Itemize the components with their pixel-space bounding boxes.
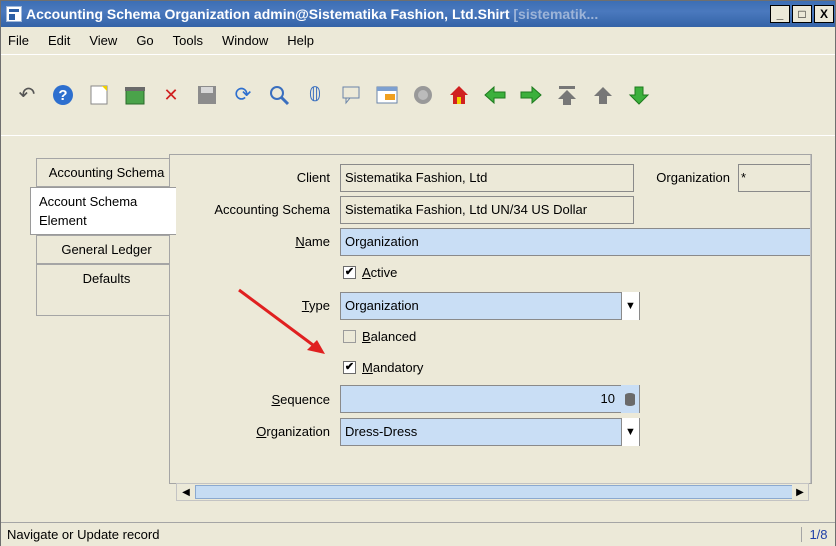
maximize-button[interactable]: □: [792, 5, 812, 23]
client-label: Client: [296, 170, 330, 185]
menu-view[interactable]: View: [82, 33, 129, 48]
next-record-icon[interactable]: [627, 83, 651, 107]
scroll-up-arrow[interactable]: ▲: [811, 157, 812, 173]
mandatory-checkbox[interactable]: ✔: [343, 361, 356, 374]
application-window: Accounting Schema Organization admin@Sis…: [0, 0, 836, 546]
menu-help[interactable]: Help: [280, 33, 326, 48]
active-checkbox[interactable]: ✔: [343, 266, 356, 279]
svg-text:?: ?: [58, 87, 67, 104]
find-icon[interactable]: [267, 83, 291, 107]
window-title: Accounting Schema Organization admin@Sis…: [26, 6, 599, 22]
organization-select[interactable]: Dress-Dress: [340, 418, 640, 446]
scroll-down-arrow[interactable]: ▼: [811, 467, 812, 483]
undo-icon[interactable]: ↶: [15, 83, 39, 107]
type-select[interactable]: Organization: [340, 292, 640, 320]
grid-toggle-icon[interactable]: [375, 83, 399, 107]
accounting-schema-field[interactable]: Sistematika Fashion, Ltd UN/34 US Dollar: [340, 196, 634, 224]
refresh-icon[interactable]: ⟳: [231, 83, 255, 107]
horizontal-scroll-thumb[interactable]: [195, 485, 795, 499]
save-icon[interactable]: [195, 83, 219, 107]
balanced-checkbox[interactable]: [343, 330, 356, 343]
calculator-icon[interactable]: [621, 385, 639, 413]
type-label: Type: [301, 298, 330, 313]
sequence-input[interactable]: 10: [340, 385, 640, 413]
toolbar: ↶ ? ✕ ⟳ 𝟘: [1, 54, 835, 136]
menu-window[interactable]: Window: [215, 33, 280, 48]
back-icon[interactable]: [483, 83, 507, 107]
minimize-button[interactable]: _: [770, 5, 790, 23]
content-area: Accounting Schema Account Schema Element…: [9, 149, 835, 505]
status-message: Navigate or Update record: [7, 527, 160, 542]
scroll-left-arrow[interactable]: ◀: [178, 484, 194, 500]
delete-icon[interactable]: ✕: [159, 83, 183, 107]
copy-record-icon[interactable]: [123, 83, 147, 107]
window-icon: [6, 6, 22, 22]
tab-accounting-schema[interactable]: Accounting Schema: [36, 158, 176, 187]
forward-icon[interactable]: [519, 83, 543, 107]
first-record-icon[interactable]: [555, 83, 579, 107]
type-dropdown-button[interactable]: ▼: [621, 292, 639, 320]
name-label: Name: [295, 234, 330, 249]
record-count[interactable]: 1/8: [801, 527, 835, 542]
help-icon[interactable]: ?: [51, 83, 75, 107]
menu-tools[interactable]: Tools: [166, 33, 215, 48]
tab-general-ledger[interactable]: General Ledger: [36, 235, 176, 264]
organization-top-label: Organization: [656, 170, 730, 185]
status-bar: Navigate or Update record 1/8: [1, 522, 835, 546]
attachment-icon[interactable]: 𝟘: [303, 83, 327, 107]
history-icon[interactable]: [411, 83, 435, 107]
tab-defaults[interactable]: Defaults: [36, 264, 176, 316]
new-record-icon[interactable]: [87, 83, 111, 107]
menu-go[interactable]: Go: [129, 33, 165, 48]
record-panel: Client Sistematika Fashion, Ltd Organiza…: [169, 154, 812, 484]
horizontal-scrollbar[interactable]: ◀ ▶: [176, 483, 809, 501]
balanced-label: Balanced: [362, 329, 417, 344]
tab-account-schema-element[interactable]: Account Schema Element: [30, 187, 176, 235]
active-label: Active: [362, 265, 398, 280]
organization-dropdown-button[interactable]: ▼: [621, 418, 639, 446]
menu-bar: File Edit View Go Tools Window Help: [1, 27, 835, 53]
scroll-right-arrow[interactable]: ▶: [792, 484, 808, 500]
menu-file[interactable]: File: [1, 33, 41, 48]
chat-icon[interactable]: [339, 83, 363, 107]
vertical-scrollbar[interactable]: ▲ ▼: [810, 155, 812, 483]
home-icon[interactable]: [447, 83, 471, 107]
mandatory-label: Mandatory: [362, 360, 424, 375]
previous-record-icon[interactable]: [591, 83, 615, 107]
title-bar[interactable]: Accounting Schema Organization admin@Sis…: [1, 1, 835, 27]
tab-list: Accounting Schema Account Schema Element…: [30, 158, 176, 316]
name-input[interactable]: Organization: [340, 228, 811, 256]
sequence-label: Sequence: [271, 392, 330, 407]
client-field[interactable]: Sistematika Fashion, Ltd: [340, 164, 634, 192]
menu-edit[interactable]: Edit: [41, 33, 82, 48]
accounting-schema-label: Accounting Schema: [214, 202, 330, 217]
organization-label: Organization: [256, 424, 330, 439]
close-button[interactable]: X: [814, 5, 834, 23]
organization-top-field[interactable]: *: [738, 164, 811, 192]
